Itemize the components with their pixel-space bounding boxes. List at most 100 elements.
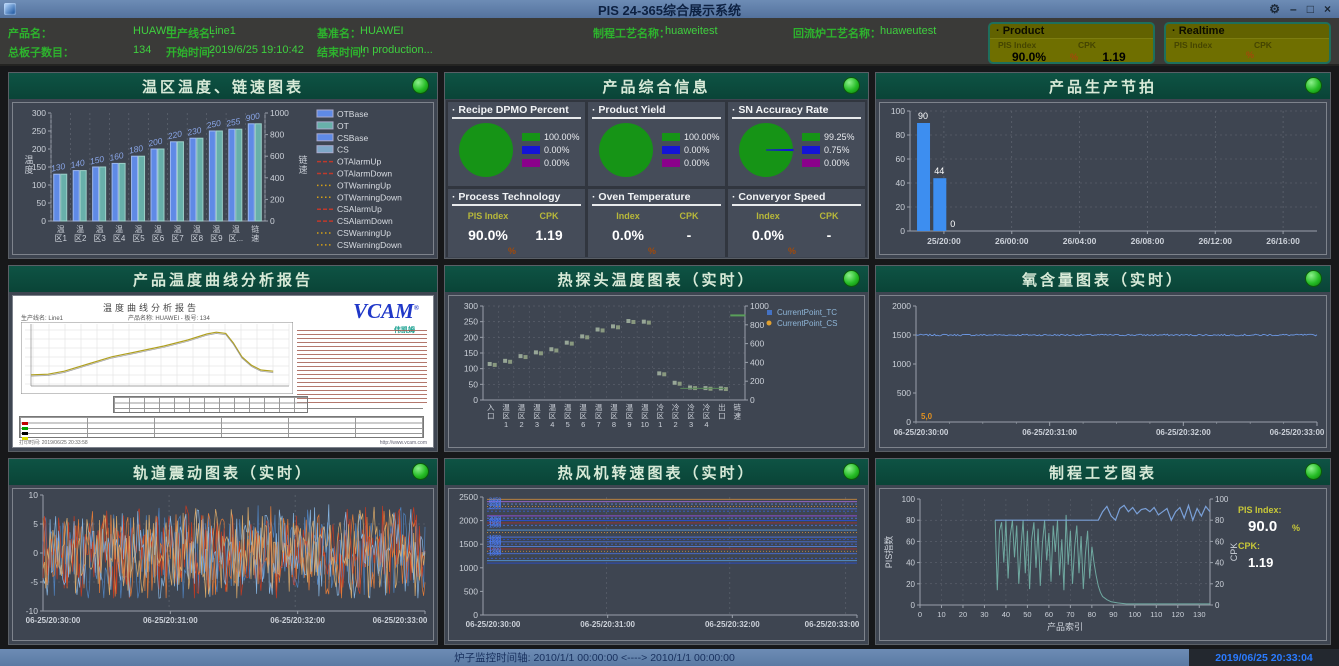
svg-text:0: 0 <box>750 395 755 405</box>
recipe-dpmo-subpanel: · Recipe DPMO Percent 100.00% 0.00% 0.00… <box>448 102 585 186</box>
app-window: PIS 24-365综合展示系统 ⚙ – □ × 产品名： HUAWEI 总板子… <box>0 0 1339 666</box>
svg-text:冷区1: 冷区1 <box>656 402 664 429</box>
svg-text:120: 120 <box>1172 610 1185 619</box>
svg-text:20: 20 <box>1215 580 1224 589</box>
svg-text:0: 0 <box>1215 601 1220 610</box>
svg-text:冷区3: 冷区3 <box>687 402 695 429</box>
svg-text:80: 80 <box>1088 610 1096 619</box>
settings-gear-icon[interactable]: ⚙ <box>1269 3 1280 15</box>
svg-text:20: 20 <box>896 202 906 212</box>
maximize-button[interactable]: □ <box>1307 3 1314 15</box>
svg-text:OTWarningUp: OTWarningUp <box>337 180 391 190</box>
svg-text:温度: 温度 <box>24 155 33 175</box>
subpanel-title: · Recipe DPMO Percent <box>452 102 581 119</box>
svg-text:冷区2: 冷区2 <box>672 402 680 429</box>
svg-text:CPK:: CPK: <box>1238 541 1260 551</box>
svg-text:250: 250 <box>32 126 46 136</box>
svg-text:130: 130 <box>50 161 66 174</box>
swatch-green <box>22 427 28 430</box>
panel-probe-temp: 热探头温度图表（实时） 0501001502002503000200400600… <box>444 265 869 452</box>
svg-text:1300: 1300 <box>489 552 501 558</box>
svg-text:06-25/20:33:00: 06-25/20:33:00 <box>1270 428 1324 437</box>
temp-analysis-report: 温度曲线分析报告 生产线名: Line1 产品名称: HUAWEI - 板号: … <box>13 296 433 447</box>
stat-col-label: CPK <box>804 211 854 221</box>
svg-text:2300: 2300 <box>489 504 501 510</box>
panel-title: 产品生产节拍 <box>1049 76 1157 97</box>
svg-text:130: 130 <box>1193 610 1206 619</box>
svg-text:220: 220 <box>166 128 183 141</box>
oven-temperature-subpanel: · Oven Temperature IndexCPK 0.0%- % <box>588 189 725 257</box>
svg-text:CS: CS <box>337 145 349 155</box>
svg-text:25/20:00: 25/20:00 <box>927 236 961 246</box>
legend-value: 0.00% <box>544 145 570 155</box>
svg-text:1000: 1000 <box>750 301 769 311</box>
stat-col-label: Index <box>592 211 664 221</box>
minimize-button[interactable]: – <box>1290 3 1297 15</box>
svg-text:OTAlarmUp: OTAlarmUp <box>337 157 382 167</box>
svg-text:06-25/20:32:00: 06-25/20:32:00 <box>705 620 760 629</box>
svg-text:200: 200 <box>146 136 163 149</box>
svg-text:0: 0 <box>918 610 922 619</box>
svg-text:06-25/20:32:00: 06-25/20:32:00 <box>270 616 325 625</box>
svg-text:链速: 链速 <box>251 224 259 243</box>
svg-text:90: 90 <box>1109 610 1117 619</box>
svg-text:CSAlarmDown: CSAlarmDown <box>337 216 393 226</box>
svg-text:110: 110 <box>1150 610 1162 619</box>
field-value: HUAWEI <box>360 25 404 37</box>
svg-text:温区2: 温区2 <box>74 225 87 243</box>
status-lamp-icon <box>1305 77 1322 94</box>
svg-text:CSAlarmUp: CSAlarmUp <box>337 204 382 214</box>
svg-text:温区1: 温区1 <box>55 225 68 243</box>
vcam-logo: VCAM® 伟凯姆 <box>353 299 419 320</box>
svg-text:90.0: 90.0 <box>1248 518 1277 535</box>
percent-sign: % <box>452 246 572 256</box>
svg-text:250: 250 <box>205 118 222 131</box>
stat-col-label: CPK <box>664 211 714 221</box>
svg-text:30: 30 <box>980 610 988 619</box>
svg-text:800: 800 <box>750 320 764 330</box>
pis-index-value: 90.0% <box>998 50 1060 64</box>
svg-text:温区7: 温区7 <box>595 403 603 429</box>
svg-text:230: 230 <box>185 125 202 138</box>
svg-text:80: 80 <box>906 516 915 525</box>
pis-index-label: PIS Index <box>998 40 1078 50</box>
legend-swatch <box>522 159 540 167</box>
close-button[interactable]: × <box>1324 3 1331 15</box>
info-header: 产品名： HUAWEI 总板子数目： 134 生产线名： Line1 开始时间：… <box>0 18 1339 66</box>
svg-text:100: 100 <box>1129 610 1142 619</box>
svg-text:温区6: 温区6 <box>152 225 165 243</box>
svg-text:10: 10 <box>937 610 945 619</box>
svg-text:CSWarningDown: CSWarningDown <box>337 240 402 250</box>
legend-swatch <box>662 159 680 167</box>
svg-text:温区4: 温区4 <box>113 225 126 243</box>
report-zone-table <box>113 396 308 413</box>
svg-text:150: 150 <box>32 162 46 172</box>
svg-text:250: 250 <box>464 317 478 327</box>
svg-text:60: 60 <box>896 154 906 164</box>
svg-text:20: 20 <box>906 580 915 589</box>
panel-title: 热风机转速图表（实时） <box>557 462 755 483</box>
field-value: huaweitest <box>665 25 718 37</box>
subpanel-title: · Converyor Speed <box>732 189 861 206</box>
furnace-monitor-timeline: 炉子监控时间轴: 2010/1/1 00:00:00 <----> 2010/1… <box>0 650 1189 665</box>
svg-text:0: 0 <box>906 417 911 427</box>
panel-title: 氧含量图表（实时） <box>1022 269 1184 290</box>
percent-sign: % <box>1236 50 1264 60</box>
svg-text:CSWarningUp: CSWarningUp <box>337 228 391 238</box>
field-label: 制程工艺名称： <box>593 25 670 41</box>
svg-text:0: 0 <box>911 601 916 610</box>
svg-text:CurrentPoint_TC: CurrentPoint_TC <box>777 308 837 317</box>
svg-text:140: 140 <box>70 157 86 170</box>
svg-text:温区1: 温区1 <box>502 403 510 429</box>
panel-zone-temp-chain-speed: 温区温度、链速图表 050100150200250300020040060080… <box>8 72 438 259</box>
svg-text:-5: -5 <box>30 577 38 587</box>
legend-value: 0.00% <box>684 158 710 168</box>
svg-text:产品索引: 产品索引 <box>1047 621 1083 632</box>
svg-text:OT: OT <box>337 121 349 131</box>
svg-text:06-25/20:30:00: 06-25/20:30:00 <box>894 428 949 437</box>
panel-title: 产品温度曲线分析报告 <box>133 269 313 290</box>
svg-text:0: 0 <box>473 610 478 620</box>
stat-col-label: PIS Index <box>452 211 524 221</box>
svg-text:5,0: 5,0 <box>921 412 933 421</box>
svg-text:60: 60 <box>1045 610 1053 619</box>
